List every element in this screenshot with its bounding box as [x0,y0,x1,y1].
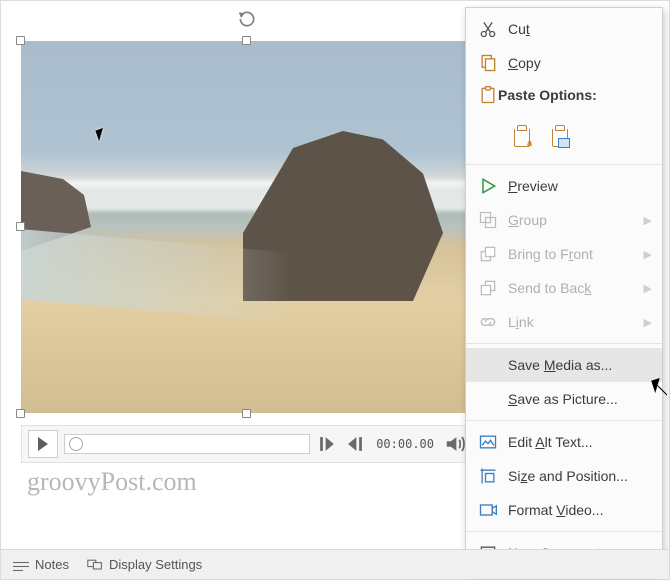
video-playback-bar: 00:00.00 [21,425,473,463]
menu-send-back-label: Send to Back [508,280,634,296]
menu-format-video-label: Format Video... [508,502,652,518]
menu-cut[interactable]: Cut [466,12,662,46]
menu-separator [466,343,662,344]
menu-group: Group ▶ [466,203,662,237]
bring-front-icon [478,244,498,264]
rotation-handle[interactable] [237,9,257,29]
submenu-arrow-icon: ▶ [644,316,652,329]
submenu-arrow-icon: ▶ [644,248,652,261]
notes-label: Notes [35,557,69,572]
resize-handle-ml[interactable] [16,222,25,231]
blank-icon [478,355,498,375]
play-icon [38,437,48,451]
resize-handle-tc[interactable] [242,36,251,45]
watermark-text: groovyPost.com [27,467,197,497]
preview-icon [478,176,498,196]
paste-text-icon [514,129,530,147]
seek-thumb[interactable] [69,437,83,451]
playback-time: 00:00.00 [372,437,438,451]
menu-group-label: Group [508,212,634,228]
notes-button[interactable]: Notes [13,557,69,572]
send-back-icon [478,278,498,298]
notes-icon [13,558,29,572]
menu-copy[interactable]: Copy [466,46,662,80]
menu-save-as-picture[interactable]: Save as Picture... [466,382,662,416]
submenu-arrow-icon: ▶ [644,214,652,227]
resize-handle-bl[interactable] [16,409,25,418]
paste-picture-button[interactable] [546,124,574,152]
display-settings-button[interactable]: Display Settings [87,557,202,572]
paste-icon [478,85,498,105]
resize-handle-bc[interactable] [242,409,251,418]
menu-separator [466,531,662,532]
paste-picture-icon [552,129,568,147]
link-icon [478,312,498,332]
menu-size-position-label: Size and Position... [508,468,652,484]
display-settings-icon [87,558,103,572]
menu-save-media-as[interactable]: Save Media as... [466,348,662,382]
paste-header-label: Paste Options: [498,87,652,103]
menu-cut-label: Cut [508,21,652,37]
menu-format-video[interactable]: Format Video... [466,493,662,527]
menu-copy-label: Copy [508,55,652,71]
menu-preview[interactable]: Preview [466,169,662,203]
status-bar: Notes Display Settings [1,549,669,579]
group-icon [478,210,498,230]
play-button[interactable] [28,430,58,458]
blank-icon [478,389,498,409]
resize-handle-tl[interactable] [16,36,25,45]
menu-separator [466,164,662,165]
menu-link-label: Link [508,314,634,330]
menu-link: Link ▶ [466,305,662,339]
step-forward-button[interactable] [344,433,366,455]
submenu-arrow-icon: ▶ [644,282,652,295]
paste-options-section: Paste Options: [466,80,662,160]
menu-size-position[interactable]: Size and Position... [466,459,662,493]
menu-bring-front-label: Bring to Front [508,246,634,262]
format-video-icon [478,500,498,520]
paste-keep-formatting-button[interactable] [508,124,536,152]
size-position-icon [478,466,498,486]
menu-alt-text-label: Edit Alt Text... [508,434,652,450]
video-thumbnail [21,41,473,413]
context-menu: Cut Copy Paste Options: Preview [465,7,663,575]
step-back-button[interactable] [316,433,338,455]
menu-preview-label: Preview [508,178,652,194]
seek-bar[interactable] [64,434,310,454]
display-settings-label: Display Settings [109,557,202,572]
cut-icon [478,19,498,39]
cursor-icon [653,379,667,397]
menu-separator [466,420,662,421]
menu-save-picture-label: Save as Picture... [508,391,652,407]
menu-edit-alt-text[interactable]: Edit Alt Text... [466,425,662,459]
menu-bring-to-front: Bring to Front ▶ [466,237,662,271]
alt-text-icon [478,432,498,452]
menu-send-to-back: Send to Back ▶ [466,271,662,305]
copy-icon [478,53,498,73]
video-object[interactable] [21,41,473,413]
menu-save-media-label: Save Media as... [508,357,652,373]
volume-button[interactable] [444,433,466,455]
